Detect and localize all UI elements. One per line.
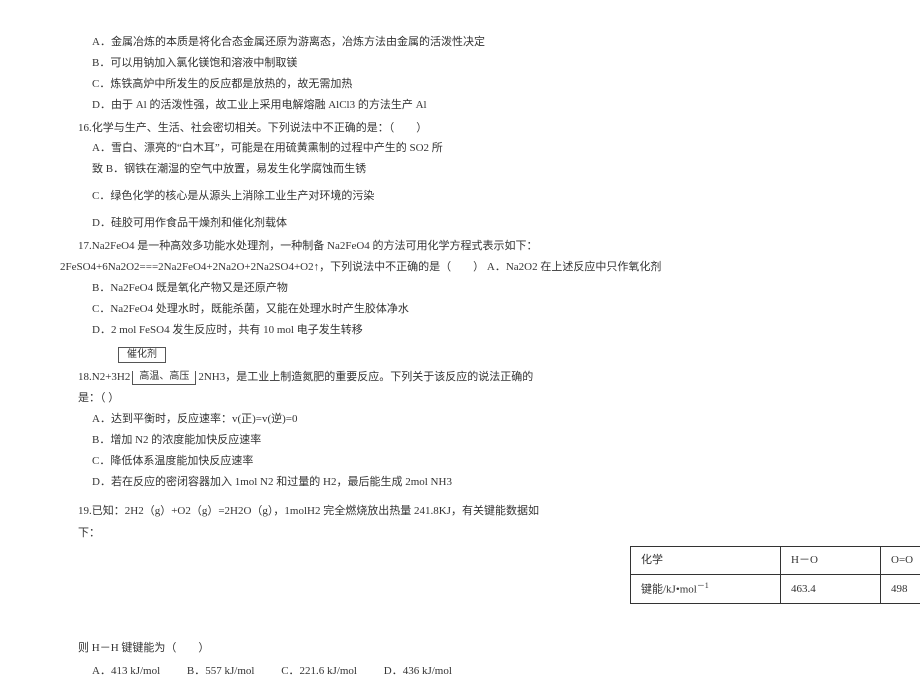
cell-498: 498 <box>881 574 920 604</box>
q19-option-a: A．413 kJ/mol <box>92 665 160 677</box>
q17-stem2: 2FeSO4+6Na2O2===2Na2FeO4+2Na2O+2Na2SO4+O… <box>60 257 870 278</box>
cell-energy-label: 键能/kJ•mol－1 <box>631 574 781 604</box>
q18-option-a: A．达到平衡时，反应速率：v(正)=v(逆)=0 <box>78 409 870 430</box>
cell-463: 463.4 <box>781 574 881 604</box>
q15-option-a: A．金属冶炼的本质是将化合态金属还原为游离态，冶炼方法由金属的活泼性决定 <box>78 32 870 53</box>
cell-ho: H－O <box>781 546 881 574</box>
q15-option-d: D．由于 Al 的活泼性强，故工业上采用电解熔融 AlCl3 的方法生产 Al <box>78 95 870 116</box>
q18-post: 2NH3，是工业上制造氮肥的重要反应。下列关于该反应的说法正确的 <box>198 367 533 388</box>
q16-option-ab-line2: 致 B．钢铁在潮湿的空气中放置，易发生化学腐蚀而生锈 <box>78 159 870 180</box>
q18-option-d: D．若在反应的密闭容器加入 1mol N2 和过量的 H2，最后能生成 2mol… <box>78 472 870 493</box>
q15-option-b: B．可以用钠加入氯化镁饱和溶液中制取镁 <box>78 53 870 74</box>
catalyst-box: 催化剂 <box>118 344 870 365</box>
q17-option-d: D．2 mol FeSO4 发生反应时，共有 10 mol 电子发生转移 <box>78 320 870 341</box>
catalyst-top: 催化剂 <box>118 347 166 363</box>
q18-pre: 18.N2+3H2 <box>78 367 130 388</box>
q19-option-d: D．436 kJ/mol <box>384 665 452 677</box>
q16-option-a-line1: A．雪白、漂亮的“白木耳”，可能是在用硫黄熏制的过程中产生的 SO2 所 <box>78 138 870 159</box>
q19-stem2: 下： <box>78 523 870 544</box>
q16-stem: 16.化学与生产、生活、社会密切相关。下列说法中不正确的是：（ ） <box>78 118 870 139</box>
q16-option-d: D．硅胶可用作食品干燥剂和催化剂载体 <box>78 213 870 234</box>
q19-ask: 则 H－H 键键能为（ ） <box>78 638 870 659</box>
q19-stem1: 19.已知：2H2（g）+O2（g）=2H2O（g），1molH2 完全燃烧放出… <box>78 499 870 523</box>
q17-stem1: 17.Na2FeO4 是一种高效多功能水处理剂，一种制备 Na2FeO4 的方法… <box>78 236 870 257</box>
q18-option-b: B．增加 N2 的浓度能加快反应速率 <box>78 430 870 451</box>
q15-option-c: C．炼铁高炉中所发生的反应都是放热的，故无需加热 <box>78 74 870 95</box>
cell-chem: 化学 <box>631 546 781 574</box>
q19-options: A．413 kJ/mol B．557 kJ/mol C．221.6 kJ/mol… <box>78 661 870 682</box>
q18-option-c: C．降低体系温度能加快反应速率 <box>78 451 870 472</box>
table-row: 键能/kJ•mol－1 463.4 498 <box>631 574 920 604</box>
bond-energy-table: 化学 H－O O=O 键能/kJ•mol－1 463.4 498 <box>630 546 920 604</box>
table-row: 化学 H－O O=O <box>631 546 920 574</box>
q16-option-c: C．绿色化学的核心是从源头上消除工业生产对环境的污染 <box>78 186 870 207</box>
q17-option-c: C．Na2FeO4 处理水时，既能杀菌，又能在处理水时产生胶体净水 <box>78 299 870 320</box>
cell-oo: O=O <box>881 546 920 574</box>
q18-stem2: 是：（ ） <box>78 388 870 409</box>
q17-option-b: B．Na2FeO4 既是氧化产物又是还原产物 <box>78 278 870 299</box>
q19-option-c: C．221.6 kJ/mol <box>281 665 357 677</box>
catalyst-bottom: 高温、高压 <box>132 371 196 385</box>
q19-option-b: B．557 kJ/mol <box>187 665 255 677</box>
